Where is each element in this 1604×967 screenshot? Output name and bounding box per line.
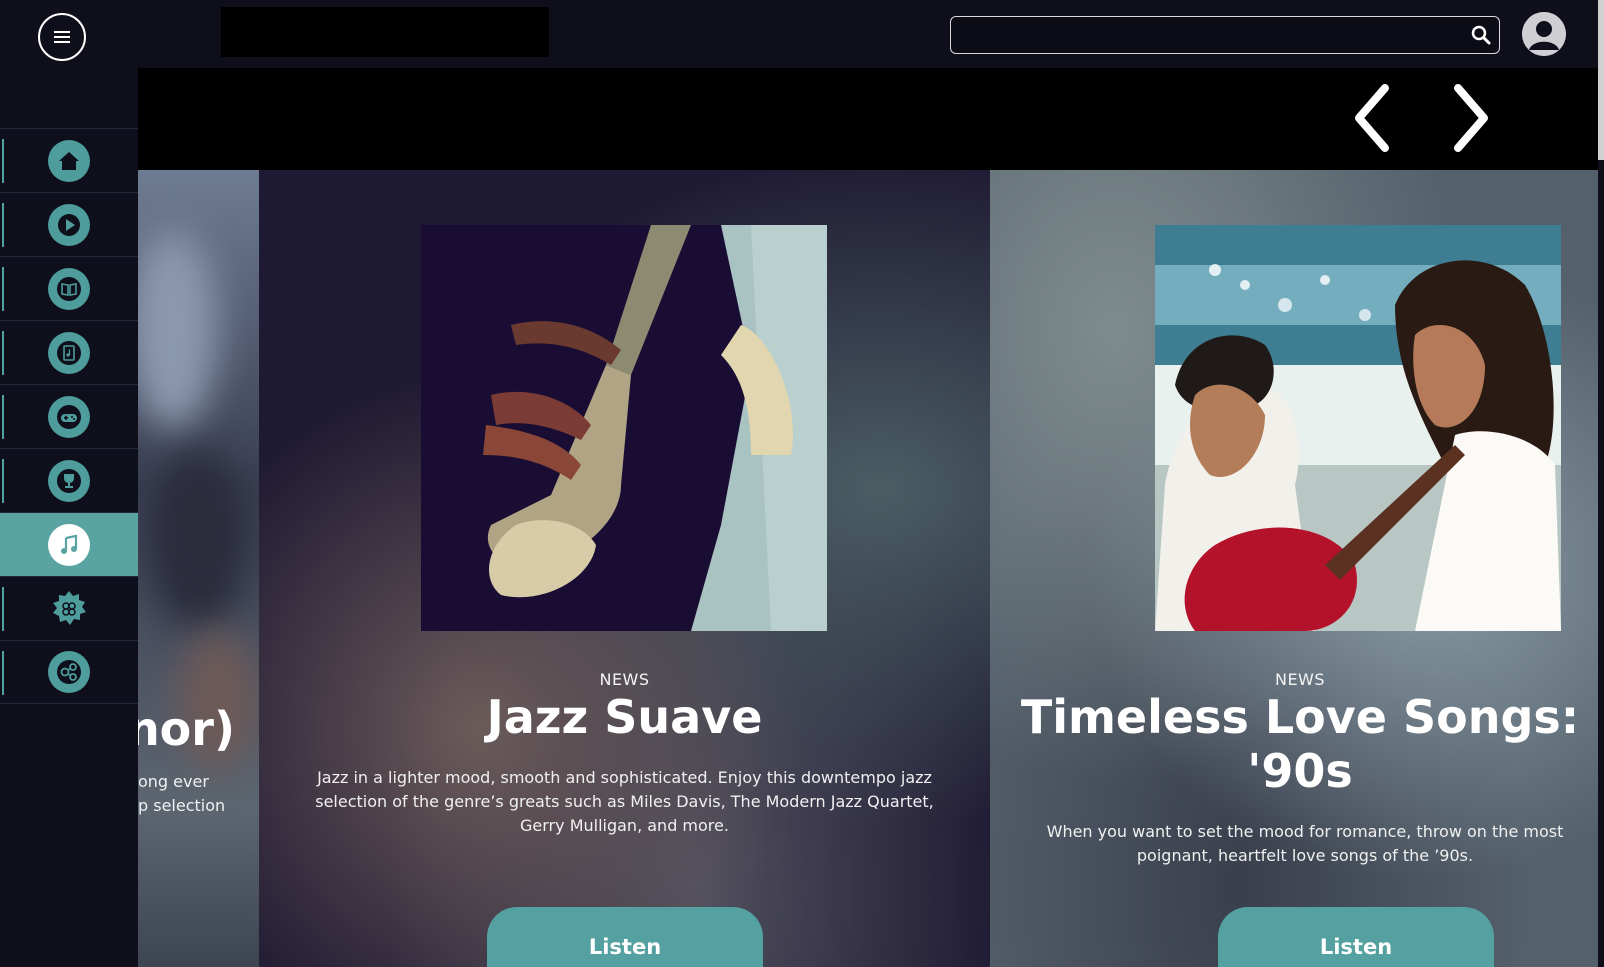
gamepad-icon [48,395,90,438]
card-kicker: NEWS [1274,670,1326,689]
sidebar-item-audiobooks[interactable] [0,320,138,384]
settings-flower-icon [48,588,90,630]
card-title: nor) [138,702,235,756]
sidebar-item-settings[interactable] [0,576,138,640]
hamburger-menu-icon[interactable] [38,13,86,61]
sidebar-item-books[interactable] [0,256,138,320]
card-description: Jazz in a lighter mood, smooth and sophi… [315,768,934,835]
sidebar-item-play[interactable] [0,192,138,256]
playlist-card-partial[interactable]: nor) ong ever p selection [138,170,259,967]
play-icon [48,203,90,246]
saxophone-cover-image [421,225,827,631]
card-title: Jazz Suave [486,690,763,744]
search-icon[interactable] [1463,17,1499,53]
card-description: When you want to set the mood for romanc… [1046,822,1564,865]
user-avatar-icon[interactable] [1522,12,1566,56]
search-box [950,16,1500,54]
sidebar [0,68,138,967]
card-description: ong ever p selection [138,770,259,818]
card-description-line: p selection [138,796,226,815]
playlist-card-jazz-suave[interactable]: NEWS Jazz Suave Jazz in a lighter mood, … [259,170,990,967]
book-icon [48,267,90,310]
menu-lines-icon [54,31,70,43]
network-icon [48,651,90,693]
card-title: Timeless Love Songs: '90s [1020,690,1580,798]
sidebar-marker [2,395,4,439]
home-icon [48,139,90,182]
sidebar-item-games[interactable] [0,384,138,448]
listen-button[interactable]: Listen [487,907,763,967]
sidebar-item-trophies[interactable] [0,448,138,512]
sidebar-marker [2,203,4,247]
logo-placeholder[interactable] [221,7,549,57]
sidebar-marker [2,139,4,183]
sidebar-item-music[interactable] [0,512,138,576]
search-input[interactable] [951,17,1463,53]
sidebar-marker [2,587,4,631]
sidebar-item-home[interactable] [0,128,138,192]
playlist-card-timeless-love-songs[interactable]: NEWS Timeless Love Songs: '90s When you … [990,170,1598,967]
card-blur [148,450,248,630]
music-note-icon [48,523,90,566]
card-kicker: NEWS [599,670,650,689]
playlist-carousel: nor) ong ever p selection NEWS Jazz Suav… [138,170,1598,967]
trophy-icon [48,459,90,502]
sidebar-marker [2,267,4,311]
couple-guitar-cover-image [1155,225,1561,631]
top-bar [0,0,1604,68]
sidebar-marker [2,651,4,695]
sidebar-marker [2,331,4,375]
music-book-icon [48,331,90,374]
listen-button[interactable]: Listen [1218,907,1494,967]
chevron-right-icon[interactable] [1438,78,1498,158]
page-scrollbar[interactable] [1598,0,1604,160]
chevron-left-icon[interactable] [1345,78,1405,158]
sidebar-item-network[interactable] [0,640,138,704]
sidebar-marker [2,459,4,503]
card-description-line: ong ever [138,772,209,791]
